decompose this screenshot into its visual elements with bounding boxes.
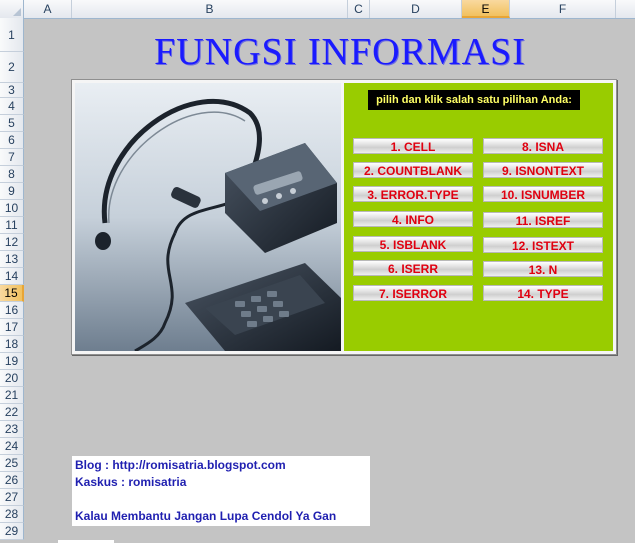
row-header-22[interactable]: 22 — [0, 404, 24, 421]
row-header-12[interactable]: 12 — [0, 234, 24, 251]
row-header-26[interactable]: 26 — [0, 472, 24, 489]
author-info-box: Blog : http://romisatria.blogspot.com Ka… — [72, 456, 370, 526]
button-iserror[interactable]: 7. ISERROR — [353, 285, 473, 301]
row-header-28[interactable]: 28 — [0, 506, 24, 523]
row-header-21[interactable]: 21 — [0, 387, 24, 404]
button-n[interactable]: 13. N — [483, 261, 603, 277]
row-header-10[interactable]: 10 — [0, 200, 24, 217]
button-isna[interactable]: 8. ISNA — [483, 138, 603, 154]
column-header-c[interactable]: C — [348, 0, 370, 18]
row-header-3[interactable]: 3 — [0, 83, 24, 98]
row-header-15[interactable]: 15 — [0, 285, 24, 302]
button-isref[interactable]: 11. ISREF — [483, 212, 603, 228]
column-header-b[interactable]: B — [72, 0, 348, 18]
button-isnumber[interactable]: 10. ISNUMBER — [483, 186, 603, 202]
row-header-24[interactable]: 24 — [0, 438, 24, 455]
row-header-29[interactable]: 29 — [0, 523, 24, 540]
row-header-7[interactable]: 7 — [0, 149, 24, 166]
menu-panel: pilih dan klik salah satu pilihan Anda: … — [71, 79, 617, 355]
blog-text: Blog : http://romisatria.blogspot.com — [75, 458, 286, 472]
instruction-label: pilih dan klik salah satu pilihan Anda: — [368, 90, 580, 110]
option-area: pilih dan klik salah satu pilihan Anda: … — [344, 83, 613, 351]
row-header-27[interactable]: 27 — [0, 489, 24, 506]
row-header-16[interactable]: 16 — [0, 302, 24, 319]
row-header-25[interactable]: 25 — [0, 455, 24, 472]
row-header-14[interactable]: 14 — [0, 268, 24, 285]
button-error-type[interactable]: 3. ERROR.TYPE — [353, 186, 473, 202]
button-info[interactable]: 4. INFO — [353, 211, 473, 227]
button-istext[interactable]: 12. ISTEXT — [483, 237, 603, 253]
column-header-d[interactable]: D — [370, 0, 462, 18]
row-header-5[interactable]: 5 — [0, 115, 24, 132]
row-header-4[interactable]: 4 — [0, 98, 24, 115]
kaskus-text: Kaskus : romisatria — [75, 475, 187, 489]
button-isnontext[interactable]: 9. ISNONTEXT — [483, 162, 603, 178]
row-header-20[interactable]: 20 — [0, 370, 24, 387]
row-header-19[interactable]: 19 — [0, 353, 24, 370]
row-header-23[interactable]: 23 — [0, 421, 24, 438]
message-text: Kalau Membantu Jangan Lupa Cendol Ya Gan — [75, 509, 337, 523]
column-header-row: A B C D E F — [0, 0, 635, 19]
column-header-f[interactable]: F — [510, 0, 616, 18]
column-header-a[interactable]: A — [24, 0, 72, 18]
page-title: FUNGSI INFORMASI — [154, 31, 526, 73]
row-header-17[interactable]: 17 — [0, 319, 24, 336]
row-header-8[interactable]: 8 — [0, 166, 24, 183]
spreadsheet-area: A B C D E F 1 2 3 4 5 6 7 8 9 10 11 12 1… — [0, 0, 635, 543]
row-header-6[interactable]: 6 — [0, 132, 24, 149]
row-header-13[interactable]: 13 — [0, 251, 24, 268]
row-header-2[interactable]: 2 — [0, 52, 24, 83]
button-isblank[interactable]: 5. ISBLANK — [353, 236, 473, 252]
row-header-1[interactable]: 1 — [0, 18, 24, 52]
row-header-9[interactable]: 9 — [0, 183, 24, 200]
headset-phone-image — [75, 83, 341, 351]
button-type[interactable]: 14. TYPE — [483, 285, 603, 301]
button-cell[interactable]: 1. CELL — [353, 138, 473, 154]
column-header-e[interactable]: E — [462, 0, 510, 18]
button-countblank[interactable]: 2. COUNTBLANK — [353, 162, 473, 178]
row-header-11[interactable]: 11 — [0, 217, 24, 234]
button-iserr[interactable]: 6. ISERR — [353, 260, 473, 276]
select-all-corner[interactable] — [0, 0, 24, 18]
row-header-18[interactable]: 18 — [0, 336, 24, 353]
